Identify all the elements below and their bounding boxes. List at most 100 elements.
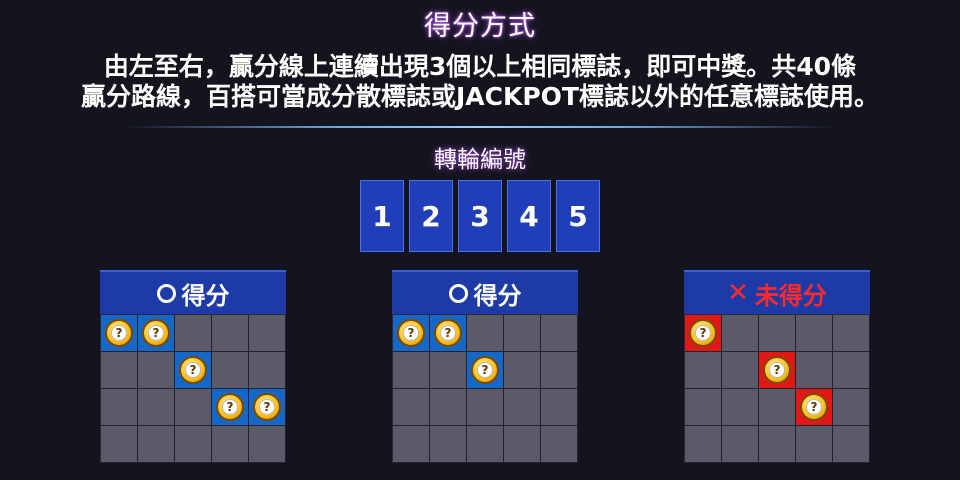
grid-cell: ? — [759, 352, 796, 389]
mystery-coin-icon: ? — [216, 393, 244, 421]
grid-cell — [175, 389, 212, 426]
mystery-coin-icon: ? — [689, 319, 717, 347]
grid-cell — [541, 352, 578, 389]
coin-symbol: ? — [695, 325, 711, 341]
grid-cell: ? — [685, 315, 722, 352]
grid-cell — [722, 315, 759, 352]
grid-cell — [759, 426, 796, 463]
grid-cell — [759, 315, 796, 352]
coin-symbol: ? — [148, 325, 164, 341]
reel-section-title: 轉輪編號 — [434, 147, 526, 173]
grid-cell — [467, 426, 504, 463]
grid-cell — [249, 352, 286, 389]
coin-symbol: ? — [111, 325, 127, 341]
grid-cell — [393, 426, 430, 463]
grid-cell — [722, 426, 759, 463]
example-header: ✕ 未得分 — [684, 270, 870, 314]
coin-symbol: ? — [259, 399, 275, 415]
grid-cell: ? — [101, 315, 138, 352]
grid-cell — [393, 389, 430, 426]
grid-cell: ? — [175, 352, 212, 389]
rule-description-line-2: 贏分路線，百搭可當成分散標誌或JACKPOT標誌以外的任意標誌使用。 — [80, 82, 879, 111]
example-panel-win-2: 得分 ??? — [392, 270, 578, 463]
grid-cell — [833, 389, 870, 426]
grid-cell — [138, 389, 175, 426]
mystery-coin-icon: ? — [763, 356, 791, 384]
grid-cell: ? — [796, 389, 833, 426]
coin-symbol: ? — [185, 362, 201, 378]
grid-cell — [541, 315, 578, 352]
coin-symbol: ? — [403, 325, 419, 341]
example-header: 得分 — [100, 270, 286, 314]
grid-cell — [796, 426, 833, 463]
grid-cell — [101, 389, 138, 426]
grid-cell — [722, 389, 759, 426]
symbol-grid: ??? — [684, 314, 870, 463]
reel-5: 5 — [556, 180, 600, 252]
grid-cell — [430, 426, 467, 463]
grid-cell: ? — [138, 315, 175, 352]
grid-cell — [685, 426, 722, 463]
grid-cell — [249, 426, 286, 463]
grid-cell: ? — [393, 315, 430, 352]
circle-icon — [448, 283, 468, 303]
grid-cell — [796, 352, 833, 389]
coin-symbol: ? — [477, 362, 493, 378]
symbol-grid: ??? — [392, 314, 578, 463]
circle-icon — [156, 283, 176, 303]
coin-symbol: ? — [222, 399, 238, 415]
example-header: 得分 — [392, 270, 578, 314]
grid-cell — [504, 389, 541, 426]
divider — [125, 126, 835, 128]
grid-cell: ? — [249, 389, 286, 426]
mystery-coin-icon: ? — [105, 319, 133, 347]
mystery-coin-icon: ? — [142, 319, 170, 347]
example-panel-win-1: 得分 ????? — [100, 270, 286, 463]
grid-cell — [504, 352, 541, 389]
reel-2: 2 — [409, 180, 453, 252]
mystery-coin-icon: ? — [434, 319, 462, 347]
mystery-coin-icon: ? — [179, 356, 207, 384]
reel-numbers: 1 2 3 4 5 — [360, 180, 600, 254]
coin-symbol: ? — [440, 325, 456, 341]
grid-cell — [833, 315, 870, 352]
grid-cell — [467, 315, 504, 352]
reel-3: 3 — [458, 180, 502, 252]
example-panel-lose: ✕ 未得分 ??? — [684, 270, 870, 463]
grid-cell: ? — [467, 352, 504, 389]
grid-cell — [212, 352, 249, 389]
grid-cell — [175, 426, 212, 463]
grid-cell — [796, 315, 833, 352]
grid-cell — [504, 315, 541, 352]
example-label: 得分 — [181, 281, 230, 310]
coin-symbol: ? — [806, 399, 822, 415]
grid-cell — [722, 352, 759, 389]
grid-cell — [212, 315, 249, 352]
example-label: 得分 — [473, 281, 522, 310]
mystery-coin-icon: ? — [253, 393, 281, 421]
example-label: 未得分 — [754, 281, 827, 310]
grid-cell — [212, 426, 249, 463]
grid-cell — [430, 352, 467, 389]
grid-cell: ? — [212, 389, 249, 426]
cross-icon: ✕ — [727, 278, 749, 308]
grid-cell — [101, 426, 138, 463]
grid-cell — [138, 352, 175, 389]
page-title: 得分方式 — [424, 11, 536, 42]
rule-description-line-1: 由左至右，贏分線上連續出現3個以上相同標誌，即可中獎。共40條 — [103, 52, 857, 81]
grid-cell — [430, 389, 467, 426]
coin-symbol: ? — [769, 362, 785, 378]
grid-cell — [685, 389, 722, 426]
grid-cell: ? — [430, 315, 467, 352]
grid-cell — [138, 426, 175, 463]
grid-cell — [541, 426, 578, 463]
grid-cell — [833, 352, 870, 389]
grid-cell — [541, 389, 578, 426]
symbol-grid: ????? — [100, 314, 286, 463]
grid-cell — [467, 389, 504, 426]
grid-cell — [175, 315, 212, 352]
mystery-coin-icon: ? — [397, 319, 425, 347]
grid-cell — [393, 352, 430, 389]
reel-4: 4 — [507, 180, 551, 252]
mystery-coin-icon: ? — [800, 393, 828, 421]
